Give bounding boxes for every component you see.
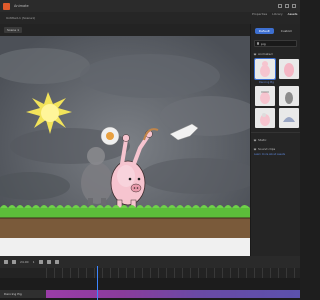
timeline-controls: 24.00 1 — [0, 256, 300, 268]
asset-thumb-pig-4[interactable] — [279, 86, 299, 106]
tab-assets[interactable]: Assets — [288, 12, 298, 16]
document-title[interactable]: Untitled-1 (Scene1) — [6, 16, 35, 20]
window-controls — [278, 4, 296, 8]
tab-custom[interactable]: Custom — [277, 28, 297, 34]
asset-thumb-pig-3[interactable] — [255, 86, 275, 106]
document-header: Untitled-1 (Scene1) Properties Library A… — [0, 12, 300, 24]
playhead[interactable] — [97, 266, 99, 300]
asset-search — [254, 40, 297, 47]
app-title: Animate — [14, 4, 29, 8]
asset-thumb-dancing-pig[interactable] — [254, 58, 276, 80]
section-sound-label: Sound clips — [258, 147, 276, 151]
pig-thumbnail-icon — [284, 63, 294, 77]
frame-readout[interactable]: 1 — [33, 260, 35, 264]
search-input[interactable] — [261, 41, 297, 46]
pig-thumbnail-icon — [260, 61, 270, 77]
asset-caption: Dancing Pig — [259, 81, 274, 84]
section-static[interactable]: Static — [253, 138, 297, 142]
section-sound[interactable]: Sound clips — [253, 147, 297, 151]
chevron-down-icon — [253, 52, 257, 56]
play-icon[interactable] — [4, 260, 8, 264]
close-icon[interactable] — [292, 4, 296, 8]
pig-thumbnail-icon — [283, 117, 295, 122]
layer-clip[interactable] — [46, 290, 300, 298]
insert-frame-icon[interactable] — [54, 260, 59, 264]
tab-default[interactable]: Default — [254, 28, 274, 34]
learn-more-link[interactable]: Learn more about assets — [254, 153, 297, 156]
app-logo-icon — [3, 2, 10, 10]
panel-tab-strip: Properties Library Assets — [252, 12, 297, 16]
title-bar: Animate — [0, 0, 300, 12]
timeline-tracks: Dancing Pig — [0, 278, 300, 300]
stage-artwork — [0, 36, 250, 256]
assets-tab-strip: Default Custom — [251, 26, 300, 36]
pig-thumbnail-icon — [260, 91, 270, 104]
maximize-icon[interactable] — [285, 4, 289, 8]
stage-toolbar: Scene 1 — [0, 24, 250, 36]
tab-library[interactable]: Library — [272, 12, 283, 16]
add-keyframe-icon[interactable] — [46, 260, 51, 264]
panel-divider — [251, 132, 300, 133]
grass-ground — [0, 205, 250, 256]
pig-thumbnail-icon — [260, 113, 270, 126]
section-animated[interactable]: Animated — [253, 52, 297, 56]
ruler-ticks — [46, 268, 300, 278]
asset-thumb-pig-6[interactable] — [279, 108, 299, 128]
minimize-icon[interactable] — [278, 4, 282, 8]
stage-canvas[interactable] — [0, 36, 250, 256]
tab-properties[interactable]: Properties — [252, 12, 267, 16]
search-icon — [257, 42, 259, 45]
asset-thumbnail-grid: Dancing Pig — [254, 58, 299, 128]
scene-selector[interactable]: Scene 1 — [4, 27, 23, 33]
timeline-ruler[interactable] — [0, 268, 300, 278]
section-static-label: Static — [258, 138, 267, 142]
section-animated-label: Animated — [258, 52, 273, 56]
fps-readout[interactable]: 24.00 — [20, 260, 29, 264]
layer-name[interactable]: Dancing Pig — [0, 290, 46, 298]
asset-thumb-pig-5[interactable] — [255, 108, 275, 128]
chevron-right-icon — [253, 147, 257, 151]
app-window: Animate Untitled-1 (Scene1) Properties L… — [0, 0, 300, 300]
asset-thumb-pig-2[interactable] — [279, 59, 299, 79]
chevron-right-icon — [253, 138, 257, 142]
assets-panel: Default Custom Animated Dancing Pi — [250, 24, 300, 256]
pig-thumbnail-icon — [285, 92, 293, 104]
loop-icon[interactable] — [12, 260, 16, 264]
onion-skin-icon[interactable] — [38, 260, 43, 264]
